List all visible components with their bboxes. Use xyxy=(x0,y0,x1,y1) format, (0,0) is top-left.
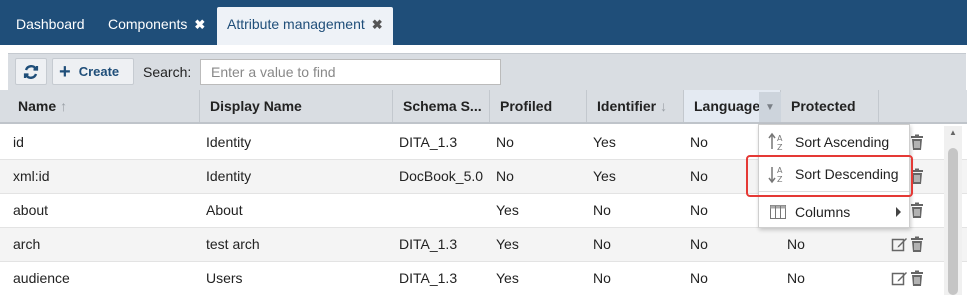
column-header-protected[interactable]: Protected xyxy=(781,90,879,122)
column-label: Protected xyxy=(791,98,856,114)
cell-schema: DITA_1.3 xyxy=(399,270,458,286)
refresh-icon xyxy=(23,64,39,79)
cell-language: No xyxy=(690,134,708,150)
cell-display-name: Identity xyxy=(206,168,252,184)
cell-display-name: About xyxy=(206,202,243,218)
table-row[interactable]: audience Users DITA_1.3 Yes No No No xyxy=(0,262,967,295)
cell-schema: DocBook_5.0 xyxy=(399,168,484,184)
edit-icon[interactable] xyxy=(891,236,908,253)
columns-icon xyxy=(766,205,790,219)
cell-profiled: No xyxy=(496,134,514,150)
svg-text:Z: Z xyxy=(777,143,783,152)
cell-identifier: Yes xyxy=(593,134,616,150)
cell-identifier: No xyxy=(593,270,611,286)
plus-icon: + xyxy=(59,60,71,83)
cell-name: arch xyxy=(13,236,41,252)
column-label: Schema S... xyxy=(403,98,482,114)
edit-icon[interactable] xyxy=(891,270,908,287)
cell-name: about xyxy=(13,202,49,218)
cell-protected: No xyxy=(787,236,805,252)
sort-ascending-icon: ↑ xyxy=(60,98,68,114)
tab-dashboard[interactable]: Dashboard xyxy=(16,7,85,41)
scroll-up-icon[interactable]: ▲ xyxy=(949,128,957,137)
refresh-button[interactable] xyxy=(15,58,47,85)
cell-profiled: Yes xyxy=(496,270,519,286)
toolbar: + Create Search: xyxy=(8,53,966,90)
create-label: Create xyxy=(78,64,120,79)
cell-profiled: No xyxy=(496,168,514,184)
cell-language: No xyxy=(690,202,708,218)
tab-label: Dashboard xyxy=(16,16,85,32)
sort-ascending-icon: AZ xyxy=(766,132,790,152)
cell-display-name: test arch xyxy=(206,236,260,252)
tab-label: Components xyxy=(108,16,188,32)
scrollbar-thumb[interactable] xyxy=(948,148,958,295)
tab-label: Attribute management xyxy=(227,16,365,32)
column-header-name[interactable]: Name ↑ xyxy=(8,90,200,122)
menu-item-label: Sort Ascending xyxy=(795,134,890,150)
cell-profiled: Yes xyxy=(496,202,519,218)
chevron-down-icon: ▼ xyxy=(765,101,775,113)
cell-identifier: No xyxy=(593,202,611,218)
column-label: Language xyxy=(694,98,761,114)
column-label: Identifier xyxy=(597,98,657,114)
cell-display-name: Identity xyxy=(206,134,252,150)
svg-text:A: A xyxy=(777,134,783,143)
highlight-box xyxy=(746,155,913,197)
create-button[interactable]: + Create xyxy=(52,58,134,85)
column-label: Name xyxy=(18,98,57,114)
tab-components[interactable]: Components ✖ xyxy=(108,7,205,41)
menu-item-sort-ascending[interactable]: AZ Sort Ascending xyxy=(759,126,909,158)
cell-schema: DITA_1.3 xyxy=(399,134,458,150)
search-input[interactable] xyxy=(200,59,501,85)
cell-identifier: No xyxy=(593,236,611,252)
cell-profiled: Yes xyxy=(496,236,519,252)
trash-icon[interactable] xyxy=(910,202,924,219)
trash-icon[interactable] xyxy=(910,236,924,253)
tab-attribute-management[interactable]: Attribute management ✖ xyxy=(217,7,393,45)
trash-icon[interactable] xyxy=(910,270,924,287)
cell-language: No xyxy=(690,168,708,184)
tab-bar: Dashboard Components ✖ Attribute manageme… xyxy=(0,0,967,45)
cell-language: No xyxy=(690,236,708,252)
search-label: Search: xyxy=(143,64,192,80)
cell-language: No xyxy=(690,270,708,286)
sort-descending-icon: ↓ xyxy=(660,98,668,114)
chevron-right-icon xyxy=(896,207,901,217)
cell-protected: No xyxy=(787,270,805,286)
column-menu-trigger[interactable]: ▼ xyxy=(759,92,781,122)
column-header-profiled[interactable]: Profiled xyxy=(490,90,587,122)
column-header-identifier[interactable]: Identifier ↓ xyxy=(587,90,684,122)
column-label: Display Name xyxy=(210,98,302,114)
column-header-schema[interactable]: Schema S... xyxy=(393,90,490,122)
column-label: Profiled xyxy=(500,98,553,114)
cell-identifier: Yes xyxy=(593,168,616,184)
grid-header: Name ↑ Display Name Schema S... Profiled … xyxy=(0,90,967,124)
close-icon[interactable]: ✖ xyxy=(372,17,383,32)
cell-schema: DITA_1.3 xyxy=(399,236,458,252)
menu-item-label: Columns xyxy=(795,204,851,220)
column-header-display-name[interactable]: Display Name xyxy=(200,90,393,122)
table-row[interactable]: arch test arch DITA_1.3 Yes No No No xyxy=(0,228,967,262)
cell-name: id xyxy=(13,134,24,150)
trash-icon[interactable] xyxy=(910,134,924,151)
close-icon[interactable]: ✖ xyxy=(194,17,205,32)
cell-display-name: Users xyxy=(206,270,243,286)
menu-item-columns[interactable]: Columns xyxy=(759,196,909,228)
cell-name: audience xyxy=(13,270,70,286)
cell-name: xml:id xyxy=(13,168,50,184)
